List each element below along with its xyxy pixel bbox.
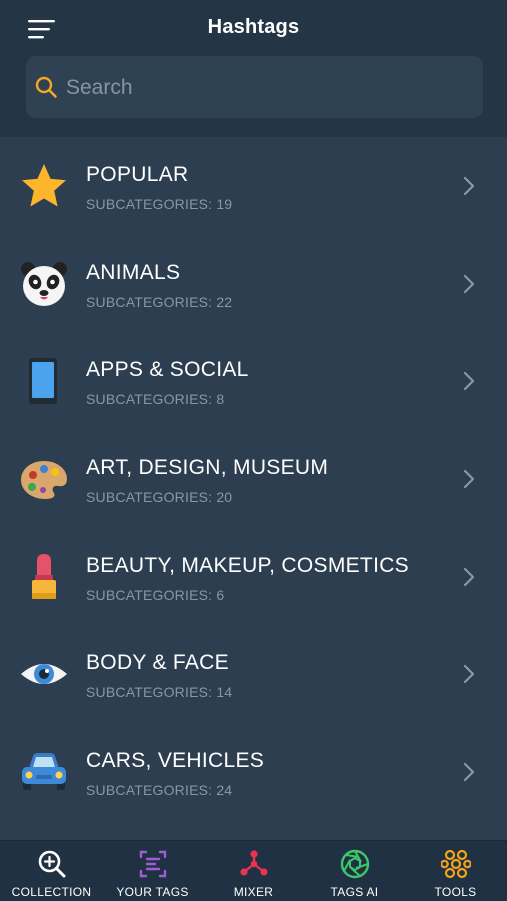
category-label: APPS & SOCIAL (86, 358, 249, 382)
lipstick-icon (32, 553, 56, 599)
category-subcount: SUBCATEGORIES: 14 (86, 684, 233, 701)
category-label: ANIMALS (86, 260, 181, 284)
tab-mixer[interactable]: MIXER (203, 841, 304, 901)
category-subcount: SUBCATEGORIES: 20 (86, 489, 233, 506)
star-icon (22, 164, 66, 207)
category-row-beauty-makeup-cosmetics[interactable]: BEAUTY, MAKEUP, COSMETICS SUBCATEGORIES:… (0, 528, 507, 626)
category-row-popular[interactable]: POPULAR SUBCATEGORIES: 19 (0, 137, 507, 235)
category-list: POPULAR SUBCATEGORIES: 19 ANIMALS SUBCAT… (0, 137, 507, 821)
aperture-icon (340, 849, 370, 879)
tab-label: TOOLS (434, 885, 477, 899)
tab-tools[interactable]: TOOLS (405, 841, 506, 901)
phone-icon (29, 358, 57, 405)
category-row-art-design-museum[interactable]: ART, DESIGN, MUSEUM SUBCATEGORIES: 20 (0, 430, 507, 528)
chevron-right-icon (463, 372, 475, 391)
search-input[interactable] (64, 56, 468, 120)
hexagons-icon (441, 849, 471, 879)
category-subcount: SUBCATEGORIES: 24 (86, 782, 233, 799)
search-bar[interactable] (26, 56, 483, 120)
header: Hashtags (0, 0, 507, 137)
category-label: CARS, VEHICLES (86, 749, 265, 773)
tab-bar: COLLECTION YOUR TAGS MIXER TAGS AI TOOLS (0, 840, 507, 901)
tab-label: MIXER (233, 885, 274, 899)
palette-icon (21, 461, 67, 500)
tab-label: TAGS AI (330, 885, 379, 899)
magnify-plus-icon (38, 850, 66, 878)
category-row-cars-vehicles[interactable]: CARS, VEHICLES SUBCATEGORIES: 24 (0, 723, 507, 821)
tab-collection[interactable]: COLLECTION (1, 841, 102, 901)
chevron-right-icon (463, 665, 475, 684)
category-subcount: SUBCATEGORIES: 6 (86, 586, 225, 603)
tab-tags-ai[interactable]: TAGS AI (304, 841, 405, 901)
eye-icon (21, 664, 67, 685)
car-icon (22, 753, 66, 791)
category-row-body-face[interactable]: BODY & FACE SUBCATEGORIES: 14 (0, 625, 507, 723)
tag-list-icon (139, 850, 167, 878)
tab-label: COLLECTION (11, 885, 92, 899)
tab-your-tags[interactable]: YOUR TAGS (102, 841, 203, 901)
panda-icon (21, 261, 67, 306)
chevron-right-icon (463, 469, 475, 489)
category-subcount: SUBCATEGORIES: 8 (86, 391, 225, 408)
chevron-right-icon (463, 763, 475, 782)
category-label: BEAUTY, MAKEUP, COSMETICS (86, 553, 409, 577)
category-label: ART, DESIGN, MUSEUM (86, 456, 329, 480)
page-title: Hashtags (207, 16, 300, 38)
chevron-right-icon (463, 274, 475, 293)
chevron-right-icon (463, 567, 475, 586)
category-row-apps-social[interactable]: APPS & SOCIAL SUBCATEGORIES: 8 (0, 332, 507, 430)
category-row-animals[interactable]: ANIMALS SUBCATEGORIES: 22 (0, 235, 507, 333)
category-label: BODY & FACE (86, 651, 229, 675)
category-label: POPULAR (86, 163, 189, 186)
tab-label: YOUR TAGS (116, 885, 189, 899)
mixer-icon (240, 850, 268, 876)
category-subcount: SUBCATEGORIES: 22 (86, 293, 233, 310)
search-icon (35, 76, 57, 98)
category-subcount: SUBCATEGORIES: 19 (86, 196, 233, 212)
chevron-right-icon (463, 176, 475, 196)
